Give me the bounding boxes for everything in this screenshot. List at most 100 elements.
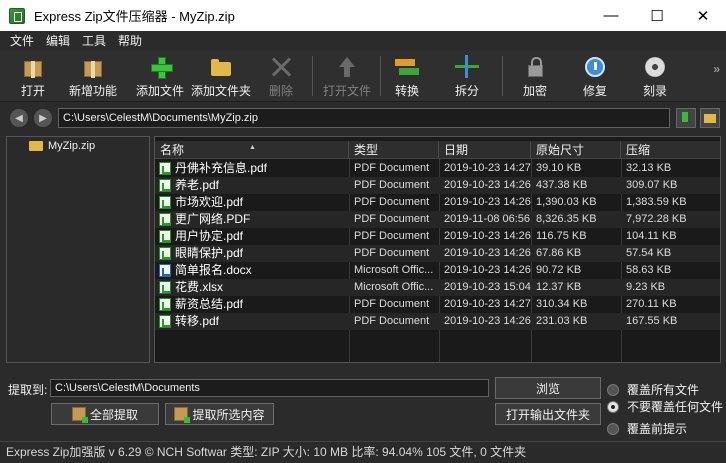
- extract-selected-label: 提取所选内容: [192, 407, 265, 422]
- toolbar-overflow-icon[interactable]: »: [713, 62, 720, 76]
- table-row[interactable]: 转移.pdf PDF Document 2019-10-23 14:26 231.03…: [155, 313, 720, 330]
- radio-overwrite-prompt[interactable]: [607, 422, 619, 435]
- add-file-label: 添加文件: [136, 84, 185, 98]
- cell-type: PDF Document: [354, 162, 430, 174]
- table-row[interactable]: 市场欢迎.pdf PDF Document 2019-10-23 14:26 1,39…: [155, 194, 720, 211]
- column-header-type[interactable]: 类型: [349, 141, 439, 159]
- open-folder-button[interactable]: [700, 108, 720, 128]
- extract-all-button[interactable]: 全部提取: [51, 403, 159, 425]
- burn-button[interactable]: 刻录: [638, 53, 672, 99]
- file-list: 名称 ▲ 类型 日期 原始尺寸 压缩 丹佛补充信息.pdf PDF Documen…: [154, 136, 721, 363]
- extract-selected-button[interactable]: 提取所选内容: [165, 403, 274, 425]
- cell-name: 花费.xlsx: [155, 279, 349, 296]
- browse-button[interactable]: 浏览: [495, 377, 601, 399]
- cell-name: 养老.pdf: [155, 177, 349, 194]
- column-header-compressed[interactable]: 压缩: [621, 141, 720, 159]
- column-header-date[interactable]: 日期: [439, 141, 531, 159]
- column-header-original-size[interactable]: 原始尺寸: [531, 141, 621, 159]
- file-list-header: 名称 ▲ 类型 日期 原始尺寸 压缩: [155, 141, 720, 159]
- cell-original-size: 1,390.03 KB: [536, 196, 597, 208]
- encrypt-button[interactable]: 加密: [518, 53, 552, 99]
- overwrite-prompt-option[interactable]: 覆盖前提示: [607, 420, 687, 437]
- open-output-folder-button[interactable]: 打开输出文件夹: [495, 403, 601, 425]
- add-folder-button[interactable]: 添加文件夹: [191, 53, 252, 99]
- pdf-file-icon: [159, 179, 171, 192]
- menu-file[interactable]: 文件: [4, 32, 40, 49]
- new-features-label: 新增功能: [68, 84, 117, 98]
- convert-button[interactable]: 转换: [390, 53, 424, 99]
- extract-path-input[interactable]: [50, 379, 489, 397]
- plus-icon: [148, 55, 173, 79]
- delete-label: 删除: [268, 84, 293, 98]
- menu-tools[interactable]: 工具: [76, 32, 112, 49]
- radio-overwrite-all[interactable]: [607, 383, 619, 396]
- overwrite-prompt-label: 覆盖前提示: [627, 422, 688, 436]
- folder-icon: [29, 141, 43, 151]
- cell-type: Microsoft Offic...: [354, 281, 434, 293]
- delete-button[interactable]: 删除: [264, 53, 298, 99]
- table-row[interactable]: 丹佛补充信息.pdf PDF Document 2019-10-23 14:27 39…: [155, 160, 720, 177]
- cell-date: 2019-10-23 14:27: [444, 298, 531, 310]
- cell-name: 更广网络.PDF: [155, 211, 349, 228]
- pdf-file-icon: [159, 230, 171, 243]
- overwrite-none-label: 不要覆盖任何文件: [627, 400, 724, 414]
- table-row[interactable]: 眼睛保护.pdf PDF Document 2019-10-23 14:26 67.8…: [155, 245, 720, 262]
- table-row[interactable]: 花费.xlsx Microsoft Offic... 2019-10-23 15:0…: [155, 279, 720, 296]
- table-row[interactable]: 养老.pdf PDF Document 2019-10-23 14:26 437.38…: [155, 177, 720, 194]
- new-features-button[interactable]: 新增功能: [66, 53, 120, 99]
- maximize-button[interactable]: ☐: [634, 0, 680, 31]
- add-file-button[interactable]: 添加文件: [136, 53, 184, 99]
- cell-date: 2019-10-23 14:26: [444, 179, 531, 191]
- minimize-button[interactable]: —: [588, 0, 634, 31]
- status-bar: Express Zip加强版 v 6.29 © NCH Softwar 类型: …: [0, 441, 726, 463]
- pdf-file-icon: [159, 196, 171, 209]
- table-row[interactable]: 简单报名.docx Microsoft Offic... 2019-10-23 14…: [155, 262, 720, 279]
- overwrite-all-option[interactable]: 覆盖所有文件: [607, 381, 699, 398]
- pdf-file-icon: [159, 162, 171, 175]
- table-row[interactable]: 薪资总结.pdf PDF Document 2019-10-23 14:27 310.…: [155, 296, 720, 313]
- cell-name: 市场欢迎.pdf: [155, 194, 349, 211]
- table-row[interactable]: 更广网络.PDF PDF Document 2019-11-08 06:56 8,32…: [155, 211, 720, 228]
- table-row[interactable]: 用户协定.pdf PDF Document 2019-10-23 14:26 116.…: [155, 228, 720, 245]
- archive-path-input[interactable]: [58, 108, 670, 128]
- cell-name: 眼睛保护.pdf: [155, 245, 349, 262]
- forward-button[interactable]: ▶: [34, 109, 52, 127]
- split-button[interactable]: 拆分: [450, 53, 484, 99]
- xls-file-icon: [159, 281, 171, 294]
- title-bar: Express Zip文件压缩器 - MyZip.zip — ☐ ✕: [0, 0, 726, 31]
- menu-help[interactable]: 帮助: [112, 32, 148, 49]
- repair-label: 修复: [582, 84, 607, 98]
- open-button[interactable]: 打开: [16, 53, 50, 99]
- up-arrow-icon: [335, 55, 359, 77]
- repair-button[interactable]: 修复: [578, 53, 612, 99]
- pdf-file-icon: [159, 213, 171, 226]
- close-button[interactable]: ✕: [680, 0, 726, 31]
- window-title: Express Zip文件压缩器 - MyZip.zip: [34, 9, 235, 24]
- menu-edit[interactable]: 编辑: [40, 32, 76, 49]
- repair-icon: [583, 55, 607, 77]
- back-button[interactable]: ◀: [10, 109, 28, 127]
- cell-original-size: 12.37 KB: [536, 281, 582, 293]
- address-bar: ◀ ▶: [0, 105, 726, 131]
- cell-compressed: 167.55 KB: [626, 315, 678, 327]
- go-up-button[interactable]: [676, 108, 696, 128]
- cell-compressed: 104.11 KB: [626, 230, 677, 242]
- cell-type: PDF Document: [354, 179, 430, 191]
- cell-name: 用户协定.pdf: [155, 228, 349, 245]
- add-folder-label: 添加文件夹: [191, 84, 252, 98]
- cell-original-size: 437.38 KB: [536, 179, 588, 191]
- open-file-button[interactable]: 打开文件: [322, 53, 372, 99]
- cell-name: 丹佛补充信息.pdf: [155, 160, 349, 177]
- convert-label: 转换: [394, 84, 419, 98]
- column-header-name[interactable]: 名称 ▲: [155, 141, 349, 159]
- folder-icon: [704, 114, 716, 123]
- cell-original-size: 231.03 KB: [536, 315, 588, 327]
- radio-overwrite-none[interactable]: [607, 400, 619, 413]
- cell-name: 薪资总结.pdf: [155, 296, 349, 313]
- overwrite-none-option[interactable]: 不要覆盖任何文件: [607, 398, 723, 415]
- extract-all-label: 全部提取: [89, 407, 138, 422]
- toolbar: 打开 新增功能 添加文件 添加文件夹 删除 打开文件 转换 拆分 加密 修复 刻…: [0, 50, 726, 102]
- disc-icon: [643, 55, 667, 77]
- convert-icon: [395, 55, 419, 77]
- tree-item-root[interactable]: MyZip.zip: [29, 140, 95, 152]
